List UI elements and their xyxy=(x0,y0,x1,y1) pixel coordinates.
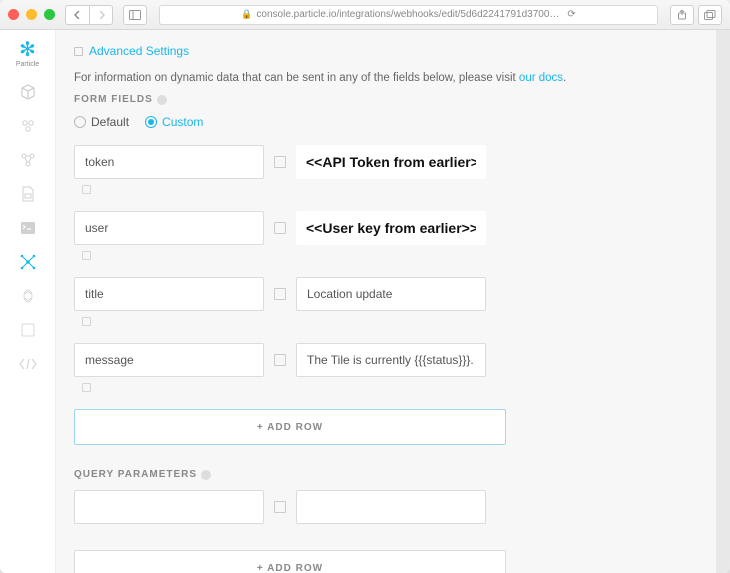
form-row xyxy=(74,211,688,245)
form-fields-mode: Default Custom xyxy=(74,115,688,129)
radio-icon xyxy=(74,116,86,128)
query-parameters-label: QUERY PARAMETERS xyxy=(74,469,688,480)
minimize-window-button[interactable] xyxy=(26,9,37,20)
form-row xyxy=(74,343,688,377)
query-row xyxy=(74,490,688,524)
add-query-row-button[interactable]: + ADD ROW xyxy=(74,550,506,573)
row-option-checkbox[interactable] xyxy=(82,185,91,194)
field-key-input[interactable] xyxy=(74,145,264,179)
refresh-icon[interactable]: ⟳ xyxy=(567,9,575,20)
form-fields-label: FORM FIELDS xyxy=(74,94,688,105)
particle-logo-icon: ✻ xyxy=(8,40,48,60)
brand-name: Particle xyxy=(8,61,48,68)
help-icon[interactable] xyxy=(201,470,211,480)
row-checkbox[interactable] xyxy=(274,354,286,366)
info-prefix: For information on dynamic data that can… xyxy=(74,72,519,84)
brand-logo[interactable]: ✻ Particle xyxy=(8,40,48,68)
sidebar-item-cube[interactable] xyxy=(18,82,38,102)
field-value-input[interactable] xyxy=(296,211,486,245)
row-option-checkbox[interactable] xyxy=(82,251,91,260)
lock-icon: 🔒 xyxy=(241,9,252,20)
field-value-input[interactable] xyxy=(296,145,486,179)
radio-default[interactable]: Default xyxy=(74,115,129,129)
nav-back-forward xyxy=(65,5,113,25)
row-checkbox[interactable] xyxy=(274,222,286,234)
forward-button[interactable] xyxy=(89,5,113,25)
traffic-lights xyxy=(8,9,55,20)
sidebar-item-nodes[interactable] xyxy=(18,150,38,170)
row-checkbox[interactable] xyxy=(274,288,286,300)
sidebar-item-code[interactable] xyxy=(18,354,38,374)
docs-link[interactable]: our docs xyxy=(519,72,563,84)
app-sidebar: ✻ Particle xyxy=(0,30,56,573)
sidebar-item-auth[interactable] xyxy=(18,286,38,306)
field-value-input[interactable] xyxy=(296,343,486,377)
query-key-input[interactable] xyxy=(74,490,264,524)
row-option-checkbox[interactable] xyxy=(82,383,91,392)
back-button[interactable] xyxy=(65,5,89,25)
field-key-input[interactable] xyxy=(74,277,264,311)
form-row xyxy=(74,145,688,179)
sidebar-item-integrations[interactable] xyxy=(18,252,38,272)
field-value-input[interactable] xyxy=(296,277,486,311)
row-option-checkbox[interactable] xyxy=(82,317,91,326)
info-text: For information on dynamic data that can… xyxy=(74,72,688,84)
expand-icon xyxy=(74,47,83,56)
tab-gutter xyxy=(716,30,730,573)
radio-custom[interactable]: Custom xyxy=(145,115,203,129)
sidebar-item-console[interactable] xyxy=(18,218,38,238)
tabs-button[interactable] xyxy=(698,5,722,25)
row-checkbox[interactable] xyxy=(274,156,286,168)
sidebar-item-billing[interactable] xyxy=(18,320,38,340)
help-icon[interactable] xyxy=(157,95,167,105)
info-suffix: . xyxy=(563,72,566,84)
add-form-row-button[interactable]: + ADD ROW xyxy=(74,409,506,445)
sidebar-item-groups[interactable] xyxy=(18,116,38,136)
maximize-window-button[interactable] xyxy=(44,9,55,20)
share-button[interactable] xyxy=(670,5,694,25)
main-content: Advanced Settings For information on dyn… xyxy=(56,30,716,573)
sidebar-toggle-button[interactable] xyxy=(123,5,147,25)
advanced-settings-toggle[interactable]: Advanced Settings xyxy=(74,44,688,58)
window-titlebar: 🔒 console.particle.io/integrations/webho… xyxy=(0,0,730,30)
query-value-input[interactable] xyxy=(296,490,486,524)
form-row xyxy=(74,277,688,311)
advanced-settings-label: Advanced Settings xyxy=(89,44,189,58)
close-window-button[interactable] xyxy=(8,9,19,20)
url-text: console.particle.io/integrations/webhook… xyxy=(256,9,559,20)
row-checkbox[interactable] xyxy=(274,501,286,513)
field-key-input[interactable] xyxy=(74,343,264,377)
field-key-input[interactable] xyxy=(74,211,264,245)
sidebar-item-sim[interactable] xyxy=(18,184,38,204)
radio-icon xyxy=(145,116,157,128)
url-bar[interactable]: 🔒 console.particle.io/integrations/webho… xyxy=(159,5,658,25)
